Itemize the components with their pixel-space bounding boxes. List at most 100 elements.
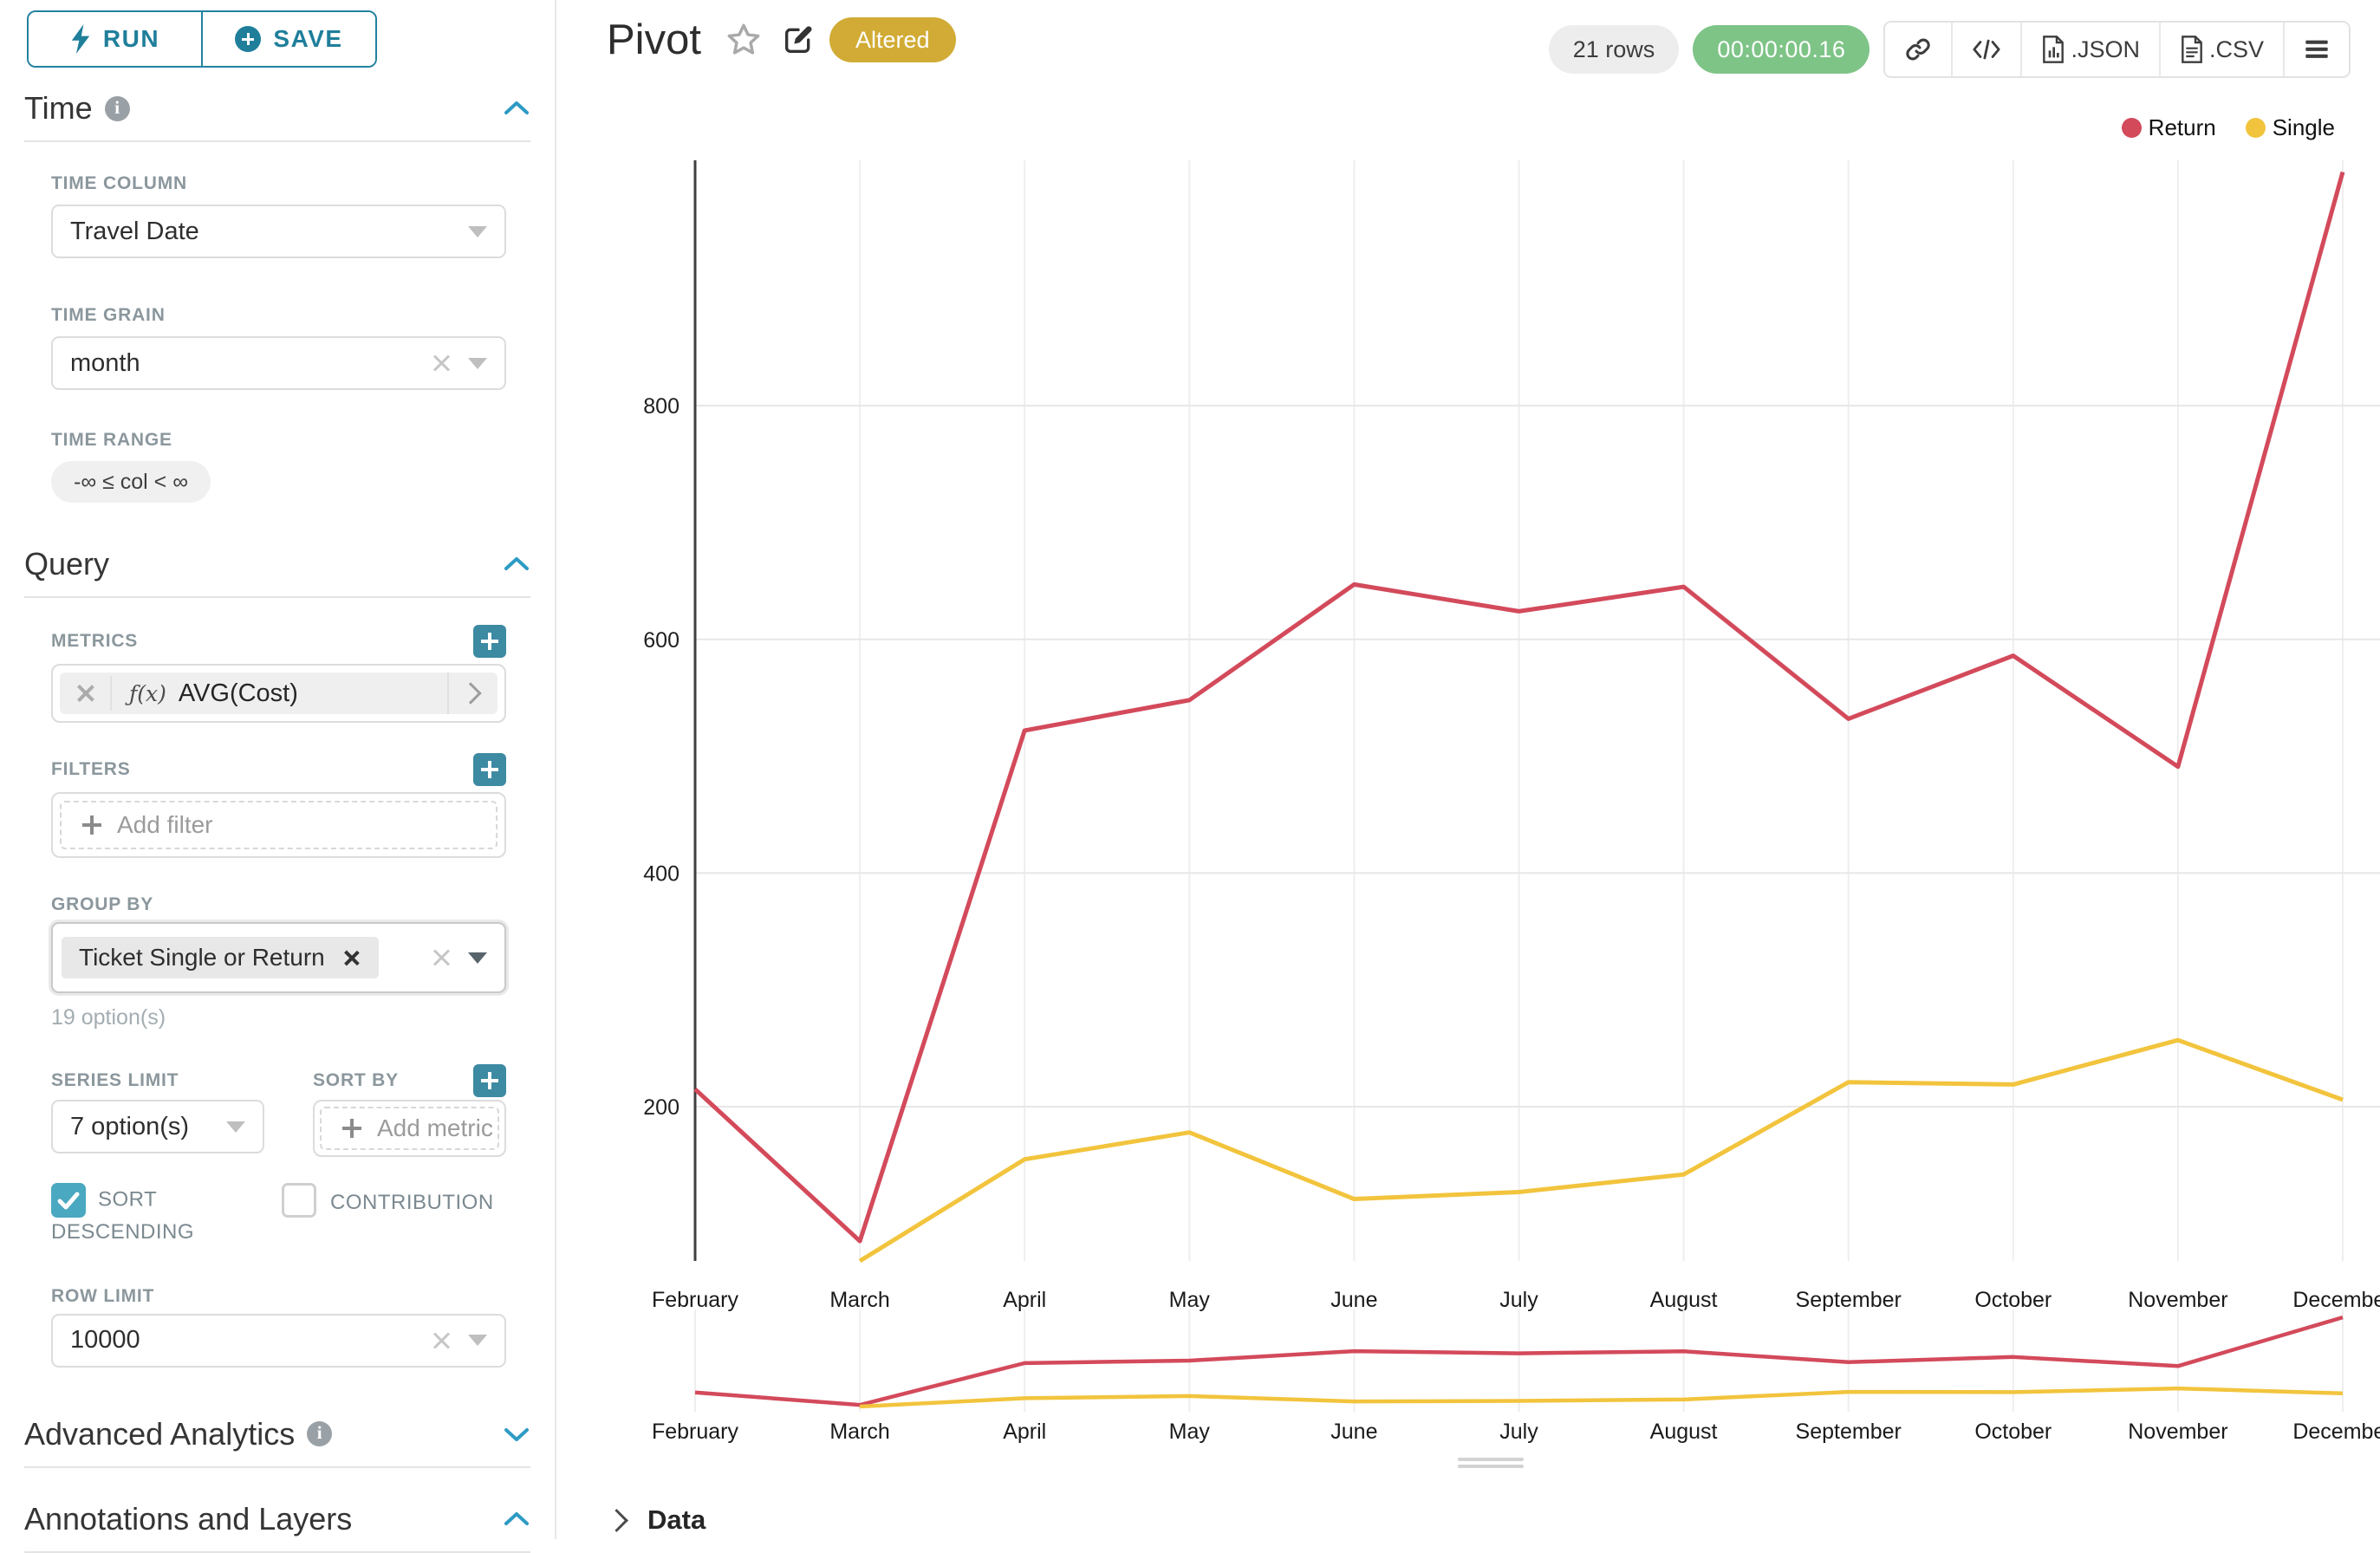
group-by-tag-label: Ticket Single or Return bbox=[79, 944, 325, 971]
edit-icon[interactable] bbox=[781, 23, 816, 57]
y-axis-tick-label: 200 bbox=[643, 1095, 680, 1120]
single-legend-label: Single bbox=[2273, 114, 2335, 141]
run-save-button-group: RUN SAVE bbox=[27, 10, 377, 68]
export-csv-button[interactable]: .CSV bbox=[2159, 23, 2283, 76]
copy-link-button[interactable] bbox=[1885, 23, 1951, 76]
contribution-label: CONTRIBUTION bbox=[330, 1188, 494, 1218]
export-json-button[interactable]: .JSON bbox=[2020, 23, 2159, 76]
y-axis-tick-label: 600 bbox=[643, 628, 680, 653]
add-sort-metric-label: Add metric bbox=[377, 1114, 493, 1142]
more-options-button[interactable] bbox=[2283, 23, 2349, 76]
legend-item-single[interactable]: Single bbox=[2246, 114, 2335, 141]
chevron-up-icon[interactable] bbox=[503, 100, 530, 117]
query-section-header[interactable]: Query bbox=[24, 544, 530, 584]
page-title: Pivot bbox=[607, 16, 701, 64]
star-icon[interactable] bbox=[725, 22, 762, 58]
return-legend-label: Return bbox=[2149, 114, 2216, 141]
row-limit-label: ROW LIMIT bbox=[51, 1286, 506, 1307]
group-by-select[interactable]: Ticket Single or Return bbox=[51, 922, 506, 993]
query-timer-badge: 00:00:00.16 bbox=[1693, 25, 1870, 74]
remove-tag-icon[interactable] bbox=[342, 948, 361, 967]
y-axis-tick-label: 400 bbox=[643, 861, 680, 886]
mini-x-axis-label: August bbox=[1650, 1420, 1718, 1444]
group-by-tag[interactable]: Ticket Single or Return bbox=[62, 937, 379, 978]
time-column-label: TIME COLUMN bbox=[51, 173, 506, 194]
add-sort-metric-plus-button[interactable] bbox=[473, 1064, 506, 1097]
lightning-icon bbox=[70, 24, 91, 54]
section-divider bbox=[24, 596, 530, 598]
row-count-label: 21 rows bbox=[1573, 36, 1655, 63]
add-filter-button[interactable]: Add filter bbox=[60, 801, 497, 849]
clear-icon[interactable] bbox=[430, 1329, 452, 1352]
row-limit-value: 10000 bbox=[70, 1326, 140, 1355]
section-divider bbox=[24, 140, 530, 142]
annotations-section-header[interactable]: Annotations and Layers bbox=[24, 1499, 530, 1539]
add-metric-plus-button[interactable] bbox=[473, 625, 506, 658]
time-section-header[interactable]: Time bbox=[24, 88, 530, 128]
export-csv-label: .CSV bbox=[2209, 36, 2264, 63]
csv-file-icon bbox=[2180, 36, 2204, 63]
mini-chart-preview[interactable]: FebruaryMarchAprilMayJuneJulyAugustSepte… bbox=[607, 1304, 2380, 1447]
metric-expand-control[interactable] bbox=[447, 673, 497, 714]
save-button-label: SAVE bbox=[273, 25, 342, 53]
code-icon bbox=[1972, 36, 2001, 62]
filters-box: Add filter bbox=[51, 792, 506, 858]
mini-x-axis-label: March bbox=[829, 1420, 889, 1444]
time-column-select[interactable]: Travel Date bbox=[51, 205, 506, 258]
group-by-options-hint: 19 option(s) bbox=[51, 1005, 506, 1030]
metrics-label: METRICS bbox=[51, 631, 138, 652]
altered-badge[interactable]: Altered bbox=[829, 17, 956, 62]
sort-descending-checkbox[interactable] bbox=[51, 1183, 86, 1218]
time-grain-select[interactable]: month bbox=[51, 336, 506, 390]
line-chart[interactable]: 200400600800FebruaryMarchAprilMayJuneJul… bbox=[607, 147, 2380, 1322]
metric-name: AVG(Cost) bbox=[179, 679, 298, 708]
row-limit-select[interactable]: 10000 bbox=[51, 1314, 506, 1368]
mini-chart-brush[interactable] bbox=[607, 1304, 2380, 1417]
run-button[interactable]: RUN bbox=[29, 12, 201, 66]
time-range-pill[interactable]: -∞ ≤ col < ∞ bbox=[51, 461, 211, 503]
return-legend-dot bbox=[2122, 118, 2142, 138]
chevron-right-icon bbox=[605, 1509, 628, 1532]
add-sort-metric-button[interactable]: Add metric bbox=[320, 1107, 499, 1150]
altered-badge-label: Altered bbox=[855, 27, 930, 54]
mini-x-axis-label: November bbox=[2128, 1420, 2227, 1444]
data-panel-toggle[interactable]: Data bbox=[608, 1504, 706, 1536]
run-button-label: RUN bbox=[103, 25, 159, 53]
divider bbox=[110, 676, 112, 711]
remove-metric-icon[interactable] bbox=[74, 682, 96, 705]
contribution-checkbox[interactable] bbox=[282, 1183, 316, 1218]
chevron-up-icon[interactable] bbox=[503, 1511, 530, 1528]
series-limit-select[interactable]: 7 option(s) bbox=[51, 1100, 264, 1153]
filters-label: FILTERS bbox=[51, 759, 131, 780]
panel-resize-handle[interactable] bbox=[1458, 1458, 1524, 1472]
metric-pill[interactable]: ƒ(x) AVG(Cost) bbox=[60, 673, 497, 714]
function-icon: ƒ(x) bbox=[129, 681, 166, 706]
annotations-title: Annotations and Layers bbox=[24, 1501, 352, 1537]
caret-down-icon bbox=[468, 358, 487, 369]
add-filter-plus-button[interactable] bbox=[473, 753, 506, 786]
plus-circle-icon bbox=[235, 26, 261, 52]
legend-item-return[interactable]: Return bbox=[2122, 114, 2216, 141]
group-by-label: GROUP BY bbox=[51, 894, 506, 915]
clear-icon[interactable] bbox=[430, 946, 452, 969]
control-panel-sidebar: RUN SAVE Time TIME COLUMN Travel Date TI… bbox=[0, 0, 556, 1539]
metrics-box: ƒ(x) AVG(Cost) bbox=[51, 664, 506, 723]
caret-down-icon bbox=[468, 952, 487, 964]
save-button[interactable]: SAVE bbox=[201, 12, 375, 66]
caret-down-icon bbox=[468, 1335, 487, 1346]
time-range-label: TIME RANGE bbox=[51, 430, 506, 451]
plus-icon bbox=[81, 814, 103, 836]
clear-icon[interactable] bbox=[430, 352, 452, 374]
single-series-line[interactable] bbox=[860, 1040, 2343, 1261]
info-icon bbox=[105, 96, 130, 121]
mini-x-axis-label: May bbox=[1169, 1420, 1211, 1444]
chevron-up-icon[interactable] bbox=[503, 556, 530, 573]
mini-x-axis-label: July bbox=[1499, 1420, 1538, 1444]
chevron-down-icon[interactable] bbox=[503, 1426, 530, 1443]
advanced-analytics-section-header[interactable]: Advanced Analytics bbox=[24, 1414, 530, 1454]
json-file-icon bbox=[2041, 36, 2065, 63]
link-icon bbox=[1904, 36, 1932, 63]
plus-icon bbox=[341, 1117, 363, 1140]
export-json-label: .JSON bbox=[2071, 36, 2140, 63]
embed-code-button[interactable] bbox=[1951, 23, 2020, 76]
